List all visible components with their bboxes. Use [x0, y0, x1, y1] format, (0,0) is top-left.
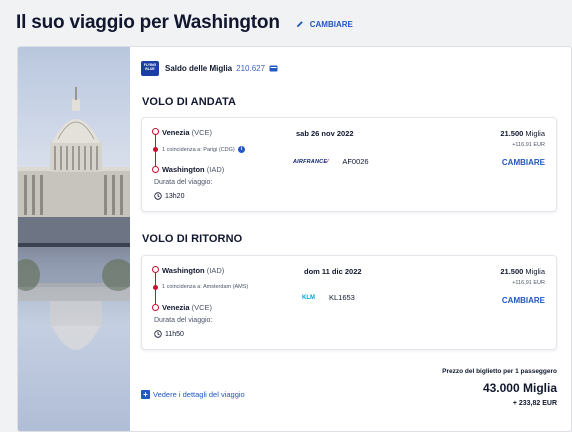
- destination-city: Washington: [162, 165, 205, 174]
- connection-text: 1 coincidenza a: Amsterdam (AMS): [162, 284, 249, 290]
- flight-price: 21.500 Miglia +116,91 EUR: [500, 129, 545, 148]
- info-icon[interactable]: i: [237, 146, 245, 153]
- flight-date: sab 26 nov 2022: [296, 129, 354, 138]
- page-title: Il suo viaggio per Washington: [16, 12, 280, 33]
- destination-dot: [152, 166, 159, 173]
- duration-value: 13h20: [165, 192, 185, 200]
- destination-code: (IAD): [206, 165, 225, 174]
- connection-info: 1 coincidenza a: Parigi (CDG) i: [162, 146, 245, 153]
- destination: Venezia (VCE): [162, 303, 212, 312]
- origin-dot: [152, 128, 159, 135]
- trip-details-link[interactable]: + Vedere i dettagli del viaggio: [141, 390, 245, 399]
- return-flight-card: Washington (IAD) 1 coincidenza a: Amster…: [141, 255, 557, 350]
- price-miles: 21.500: [500, 129, 524, 138]
- origin-code: (IAD): [206, 266, 225, 275]
- price-eur: +116,91 EUR: [512, 280, 545, 286]
- airline: AIRFRANCE⁄ AF0026: [293, 157, 369, 166]
- total-miles: 43.000 Miglia: [482, 381, 557, 395]
- price-miles: 21.500: [500, 267, 524, 276]
- duration: 11h50: [154, 330, 184, 338]
- clock-icon: [154, 192, 162, 200]
- change-outbound-button[interactable]: CAMBIARE: [502, 158, 545, 167]
- airfrance-logo: AIRFRANCE⁄: [293, 158, 329, 165]
- total-eur: + 233,82 EUR: [512, 400, 557, 407]
- destination-city: Venezia: [162, 303, 190, 312]
- origin-code: (VCE): [191, 128, 213, 137]
- plus-icon: +: [141, 390, 150, 399]
- clock-icon: [154, 330, 162, 338]
- pencil-icon: [296, 21, 303, 27]
- trip-details-label: Vedere i dettagli del viaggio: [153, 390, 245, 399]
- miles-card-icon[interactable]: [269, 64, 278, 73]
- trip-summary-card: FLYING BLUE Saldo delle Miglia 210.627 V…: [17, 46, 572, 432]
- origin-city: Washington: [162, 266, 205, 275]
- klm-logo: KLM: [302, 294, 315, 301]
- destination: Washington (IAD): [162, 165, 224, 174]
- airline: KLM KL1653: [302, 293, 355, 302]
- connection-text: 1 coincidenza a: Parigi (CDG): [162, 146, 235, 153]
- outbound-flight-card: Venezia (VCE) 1 coincidenza a: Parigi (C…: [141, 117, 557, 212]
- connection-dot: [153, 147, 158, 152]
- miles-balance: FLYING BLUE Saldo delle Miglia 210.627: [141, 61, 278, 76]
- duration-value: 11h50: [165, 330, 184, 338]
- trip-content: FLYING BLUE Saldo delle Miglia 210.627 V…: [141, 47, 571, 431]
- destination-code: (VCE): [191, 303, 213, 312]
- page-header: Il suo viaggio per Washington CAMBIARE: [16, 8, 353, 38]
- price-miles-unit: Miglia: [525, 267, 545, 276]
- connection-dot: [153, 285, 158, 290]
- miles-balance-value: 210.627: [236, 64, 266, 73]
- connection-info: 1 coincidenza a: Amsterdam (AMS): [162, 284, 248, 290]
- flying-blue-logo: FLYING BLUE: [141, 61, 159, 76]
- duration-label: Durata del viaggio:: [154, 179, 213, 186]
- outbound-section-title: VOLO DI ANDATA: [142, 96, 237, 108]
- change-trip-label: CAMBIARE: [309, 19, 353, 29]
- washington-capitol-photo: [18, 47, 130, 431]
- origin: Washington (IAD): [162, 266, 224, 275]
- duration-label: Durata del viaggio:: [154, 317, 213, 324]
- price-eur: +116,91 EUR: [512, 142, 545, 148]
- price-miles-unit: Miglia: [525, 129, 545, 138]
- origin-city: Venezia: [162, 128, 190, 137]
- origin: Venezia (VCE): [162, 128, 212, 137]
- origin-dot: [152, 266, 159, 273]
- change-trip-button[interactable]: CAMBIARE: [296, 20, 353, 29]
- return-section-title: VOLO DI RITORNO: [142, 233, 243, 245]
- flight-number: KL1653: [329, 293, 355, 302]
- miles-balance-label: Saldo delle Miglia: [165, 64, 233, 73]
- flight-number: AF0026: [342, 157, 369, 166]
- change-return-button[interactable]: CAMBIARE: [502, 296, 545, 305]
- destination-dot: [152, 304, 159, 311]
- total-price: Prezzo del biglietto per 1 passeggero 43…: [442, 368, 557, 407]
- flight-price: 21.500 Miglia +116,91 EUR: [500, 267, 545, 286]
- duration: 13h20: [154, 192, 184, 200]
- total-price-label: Prezzo del biglietto per 1 passeggero: [442, 368, 557, 375]
- flight-date: dom 11 dic 2022: [304, 267, 362, 276]
